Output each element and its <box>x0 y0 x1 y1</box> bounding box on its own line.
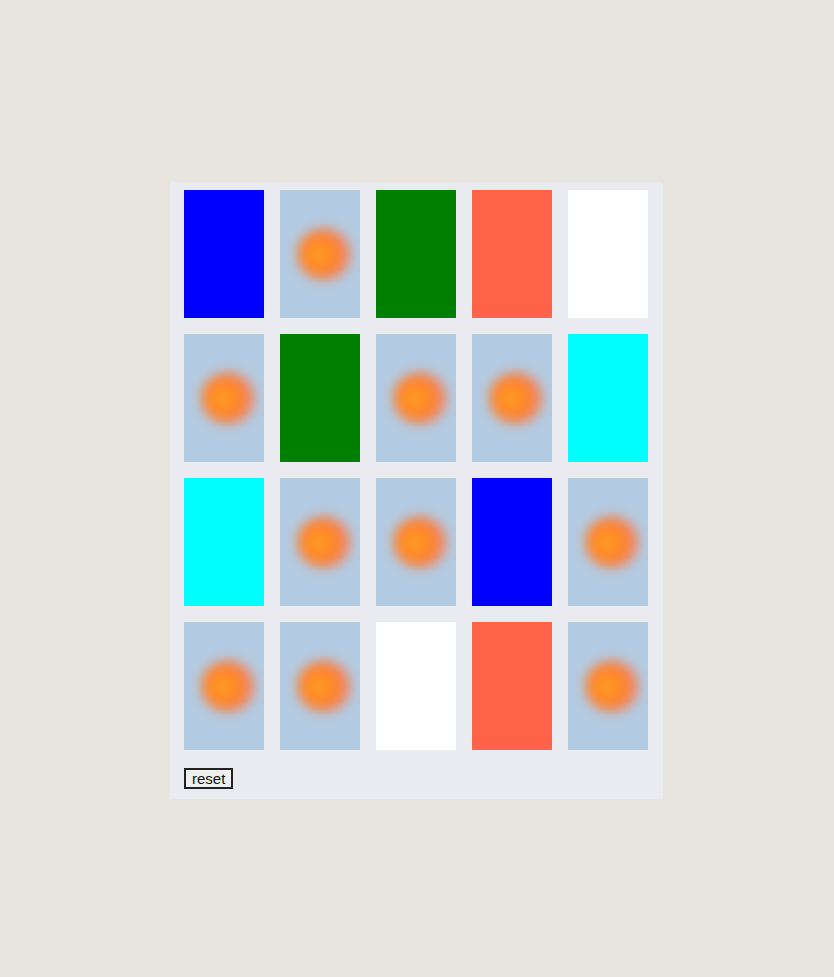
card-back-icon <box>184 334 264 462</box>
card[interactable] <box>184 190 264 318</box>
card[interactable] <box>472 622 552 750</box>
card[interactable] <box>376 478 456 606</box>
card[interactable] <box>472 334 552 462</box>
card[interactable] <box>568 190 648 318</box>
card-face <box>376 622 456 750</box>
card-face <box>184 478 264 606</box>
card-face <box>472 190 552 318</box>
card-back-icon <box>472 334 552 462</box>
card-face <box>472 622 552 750</box>
card-back-icon <box>280 622 360 750</box>
card-back-icon <box>568 622 648 750</box>
card[interactable] <box>472 478 552 606</box>
card[interactable] <box>568 334 648 462</box>
card-face <box>568 334 648 462</box>
card-grid <box>184 190 662 750</box>
card-back-icon <box>568 478 648 606</box>
card[interactable] <box>568 622 648 750</box>
card-back-icon <box>376 334 456 462</box>
card-face <box>184 190 264 318</box>
card[interactable] <box>280 334 360 462</box>
game-panel: reset <box>170 182 663 799</box>
card[interactable] <box>472 190 552 318</box>
card[interactable] <box>184 622 264 750</box>
card-back-icon <box>376 478 456 606</box>
card-face <box>280 334 360 462</box>
card-face <box>376 190 456 318</box>
card[interactable] <box>184 334 264 462</box>
card[interactable] <box>280 622 360 750</box>
card-face <box>568 190 648 318</box>
card[interactable] <box>568 478 648 606</box>
card-back-icon <box>280 478 360 606</box>
card[interactable] <box>376 190 456 318</box>
card[interactable] <box>280 478 360 606</box>
card[interactable] <box>376 334 456 462</box>
card[interactable] <box>280 190 360 318</box>
reset-button[interactable]: reset <box>184 768 233 789</box>
card-face <box>472 478 552 606</box>
card[interactable] <box>184 478 264 606</box>
card-back-icon <box>280 190 360 318</box>
card-back-icon <box>184 622 264 750</box>
card[interactable] <box>376 622 456 750</box>
